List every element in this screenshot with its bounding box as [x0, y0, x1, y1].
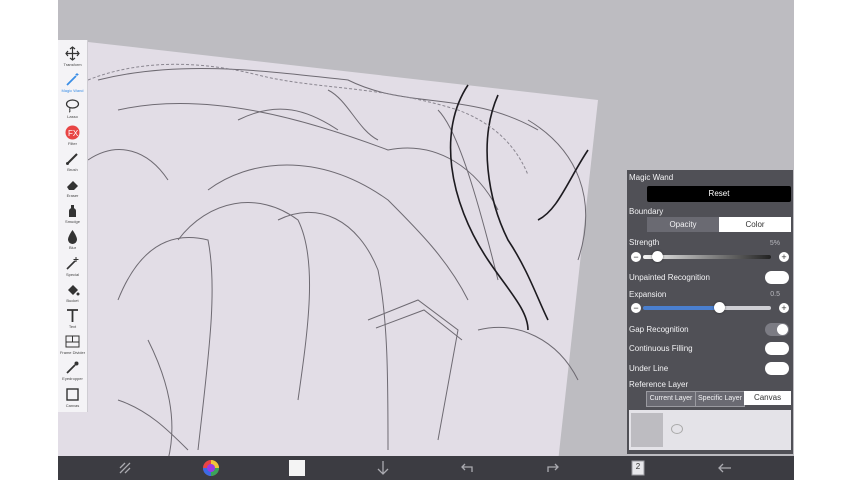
redo-icon[interactable]: [543, 458, 563, 478]
eraser-icon: [67, 181, 78, 190]
tool-lasso[interactable]: Lasso: [58, 96, 87, 122]
visibility-icon[interactable]: [671, 424, 683, 434]
bottom-toolbar: 2: [58, 456, 794, 480]
tool-label: Brush: [67, 166, 78, 172]
tool-sidebar: Transform Magic Wand Lasso FX Filter Brush Era…: [58, 40, 88, 412]
tool-label: Lasso: [67, 114, 78, 120]
expansion-decrease-button[interactable]: −: [631, 303, 641, 313]
gap-recognition-label: Gap Recognition: [629, 325, 689, 334]
layers-icon[interactable]: 2: [628, 458, 648, 478]
under-line-label: Under Line: [629, 364, 669, 373]
tool-fx[interactable]: FX Filter: [58, 123, 87, 149]
tool-eyedropper[interactable]: Eyedropper: [58, 358, 87, 384]
boundary-opacity-option[interactable]: Opacity: [647, 217, 719, 232]
tool-bucket[interactable]: Bucket: [58, 280, 87, 306]
svg-text:FX: FX: [68, 129, 79, 138]
unpainted-recognition-label: Unpainted Recognition: [629, 273, 710, 282]
tool-smudge[interactable]: Smudge: [58, 201, 87, 227]
tool-label: Frame Divider: [59, 350, 86, 356]
tool-blur[interactable]: Blur: [58, 227, 87, 253]
reference-canvas-option[interactable]: Canvas: [744, 391, 791, 405]
tool-move[interactable]: Transform: [58, 44, 87, 70]
strength-slider-knob[interactable]: [651, 251, 663, 262]
blur-icon: [68, 230, 77, 245]
tool-label: Eyedropper: [62, 376, 83, 382]
tool-brush[interactable]: Brush: [58, 149, 87, 175]
reference-specific-layer-option[interactable]: Specific Layer: [695, 391, 745, 407]
tool-canvas[interactable]: Canvas: [58, 385, 87, 411]
strength-label: Strength: [629, 238, 660, 247]
canvas-icon: [66, 387, 79, 401]
reset-button[interactable]: Reset: [647, 186, 791, 202]
download-icon[interactable]: [373, 458, 393, 478]
tool-eraser[interactable]: Eraser: [58, 175, 87, 201]
unpainted-recognition-toggle[interactable]: [765, 271, 789, 284]
panel-title: Magic Wand: [629, 173, 674, 182]
back-icon[interactable]: [715, 458, 735, 478]
tool-label: Canvas: [65, 402, 80, 408]
move-icon: [65, 46, 80, 61]
strength-increase-button[interactable]: +: [779, 252, 789, 262]
tool-label: Filter: [68, 140, 77, 146]
reference-current-layer-option[interactable]: Current Layer: [646, 391, 696, 407]
tool-magic-wand[interactable]: Magic Wand: [58, 70, 87, 96]
tool-text[interactable]: Text: [58, 306, 87, 332]
magic-wand-icon: [66, 73, 79, 86]
continuous-filling-toggle[interactable]: [765, 342, 789, 355]
gap-recognition-toggle[interactable]: [765, 323, 789, 336]
tool-label: Transform: [63, 62, 82, 67]
tool-special[interactable]: Special: [58, 254, 87, 280]
strength-value: 5%: [769, 240, 780, 247]
magic-wand-panel: Magic Wand Reset Boundary Opacity Color …: [627, 170, 793, 454]
layer-preview[interactable]: [629, 410, 791, 450]
text-icon: [67, 309, 78, 322]
expansion-increase-button[interactable]: +: [779, 303, 789, 313]
frame-divider-icon: [65, 335, 80, 348]
tool-label: Magic Wand: [61, 88, 84, 94]
boundary-label: Boundary: [629, 207, 664, 216]
reference-layer-label: Reference Layer: [629, 380, 689, 389]
lasso-icon: [65, 99, 80, 113]
tool-label: Eraser: [66, 193, 79, 198]
tool-label: Text: [68, 324, 77, 329]
expansion-slider-knob[interactable]: [714, 302, 726, 313]
expansion-slider[interactable]: [643, 306, 771, 310]
smudge-icon: [69, 205, 76, 218]
expansion-label: Expansion: [629, 290, 667, 299]
brush-icon: [66, 153, 78, 165]
fx-icon: FX: [65, 125, 80, 140]
color-swatch-icon[interactable]: [287, 458, 307, 478]
tool-label: Blur: [68, 245, 77, 251]
under-line-toggle[interactable]: [765, 362, 789, 375]
special-icon: [66, 256, 79, 270]
tool-label: Special: [65, 271, 80, 277]
expansion-value: 0.5: [770, 291, 780, 298]
undo-icon[interactable]: [457, 458, 477, 478]
tool-frame-divider[interactable]: Frame Divider: [58, 332, 87, 358]
layer-thumbnail: [631, 413, 663, 447]
bucket-icon: [68, 284, 80, 296]
strength-decrease-button[interactable]: −: [631, 252, 641, 262]
tool-label: Bucket: [66, 297, 79, 303]
eyedropper-icon: [66, 361, 79, 375]
color-wheel-icon[interactable]: [201, 458, 221, 478]
boundary-color-option[interactable]: Color: [719, 217, 791, 232]
layer-count: 2: [635, 462, 641, 471]
tool-label: Smudge: [65, 219, 80, 225]
selection-icon[interactable]: [115, 458, 135, 478]
continuous-filling-label: Continuous Filling: [629, 344, 693, 353]
